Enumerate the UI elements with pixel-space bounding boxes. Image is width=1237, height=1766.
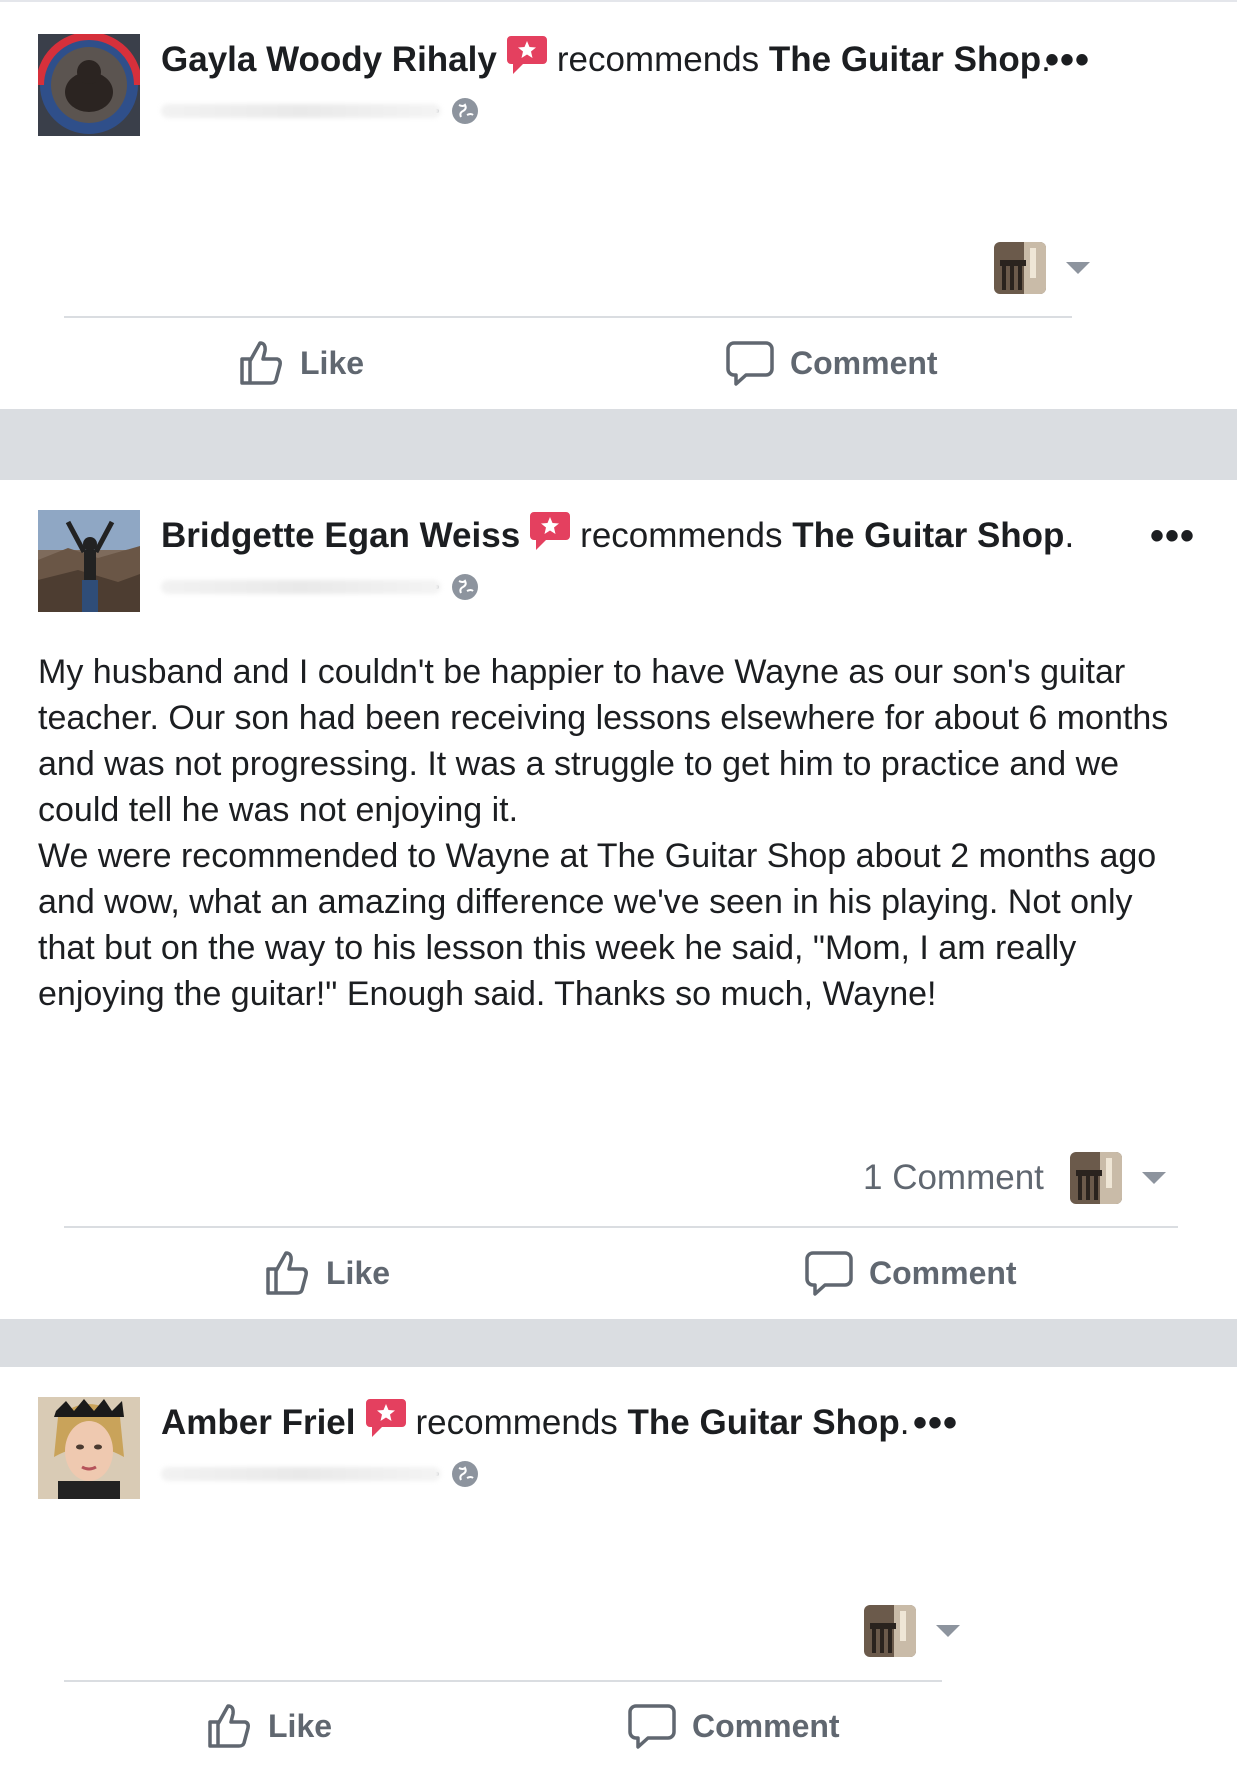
chevron-down-icon[interactable] — [1141, 1172, 1166, 1184]
divider — [64, 1226, 1178, 1228]
post-summary: 1 Comment — [863, 1150, 1166, 1206]
timestamp-redacted — [161, 104, 441, 118]
recommends-text: recommends — [415, 1403, 618, 1442]
author-name[interactable]: Gayla Woody Rihaly — [161, 40, 497, 79]
avatar[interactable] — [38, 34, 140, 136]
like-label: Like — [326, 1254, 391, 1291]
page-name[interactable]: The Guitar Shop — [792, 516, 1064, 555]
post-meta — [161, 1459, 479, 1489]
post-summary — [838, 1603, 960, 1659]
more-options-icon[interactable]: ••• — [1045, 40, 1090, 80]
post-paragraph: My husband and I couldn't be happier to … — [38, 653, 1169, 829]
post-header: Amber Friel recommends The Guitar Shop. — [161, 1399, 910, 1443]
post-header: Gayla Woody Rihaly recommends The Guitar … — [161, 36, 1051, 80]
like-icon — [266, 1251, 308, 1295]
timestamp-redacted — [161, 1467, 441, 1481]
page-thumbnail[interactable] — [864, 1605, 916, 1657]
feed-separator — [0, 1319, 1237, 1367]
post-paragraph: We were recommended to Wayne at The Guit… — [38, 837, 1157, 1013]
avatar[interactable] — [38, 1397, 140, 1499]
like-button[interactable]: Like — [262, 1249, 390, 1297]
like-icon — [240, 341, 282, 385]
page-thumbnail[interactable] — [1069, 1152, 1122, 1204]
post-summary — [968, 240, 1090, 296]
comment-icon — [805, 1251, 853, 1296]
page-thumbnail[interactable] — [994, 242, 1046, 294]
globe-icon — [452, 574, 478, 600]
more-options-icon[interactable]: ••• — [1150, 516, 1195, 556]
like-label: Like — [268, 1707, 333, 1744]
more-options-icon[interactable]: ••• — [913, 1403, 958, 1443]
comment-button[interactable]: Comment — [726, 339, 938, 387]
like-button[interactable]: Like — [236, 339, 364, 387]
punctuation: . — [899, 1403, 910, 1442]
recommend-badge-icon — [530, 510, 571, 554]
comment-button[interactable]: Comment — [805, 1249, 1017, 1297]
author-name[interactable]: Bridgette Egan Weiss — [161, 516, 520, 555]
comment-label: Comment — [790, 344, 938, 381]
like-button[interactable]: Like — [204, 1702, 332, 1750]
post-3: Amber Friel recommends The Guitar Shop. •… — [0, 1367, 1237, 1766]
page-name[interactable]: The Guitar Shop — [769, 40, 1041, 79]
comment-label: Comment — [692, 1707, 840, 1744]
divider — [64, 316, 1072, 318]
chevron-down-icon[interactable] — [1066, 262, 1090, 274]
recommend-badge-icon — [506, 34, 547, 78]
author-name[interactable]: Amber Friel — [161, 1403, 356, 1442]
timestamp-redacted — [161, 580, 441, 594]
divider — [64, 1680, 942, 1682]
post-2: Bridgette Egan Weiss recommends The Guita… — [0, 480, 1237, 1319]
punctuation: . — [1064, 516, 1075, 555]
comment-label: Comment — [869, 1254, 1017, 1291]
recommends-text: recommends — [580, 516, 783, 555]
like-icon — [208, 1704, 250, 1748]
comment-button[interactable]: Comment — [628, 1702, 840, 1750]
post-1: Gayla Woody Rihaly recommends The Guitar … — [0, 2, 1237, 407]
recommend-badge-icon — [365, 1397, 406, 1441]
post-meta — [161, 96, 479, 126]
comment-count[interactable]: 1 Comment — [863, 1158, 1044, 1198]
post-header: Bridgette Egan Weiss recommends The Guita… — [161, 512, 1075, 556]
globe-icon — [452, 1461, 478, 1487]
globe-icon — [452, 98, 478, 124]
recommends-text: recommends — [556, 40, 760, 79]
post-meta — [161, 572, 479, 602]
comment-icon — [726, 341, 774, 386]
chevron-down-icon[interactable] — [936, 1625, 960, 1637]
feed-separator — [0, 409, 1237, 480]
comment-icon — [628, 1704, 676, 1749]
like-label: Like — [300, 344, 365, 381]
page-name[interactable]: The Guitar Shop — [628, 1403, 900, 1442]
avatar[interactable] — [38, 510, 140, 612]
post-body: My husband and I couldn't be happier to … — [38, 649, 1198, 1017]
